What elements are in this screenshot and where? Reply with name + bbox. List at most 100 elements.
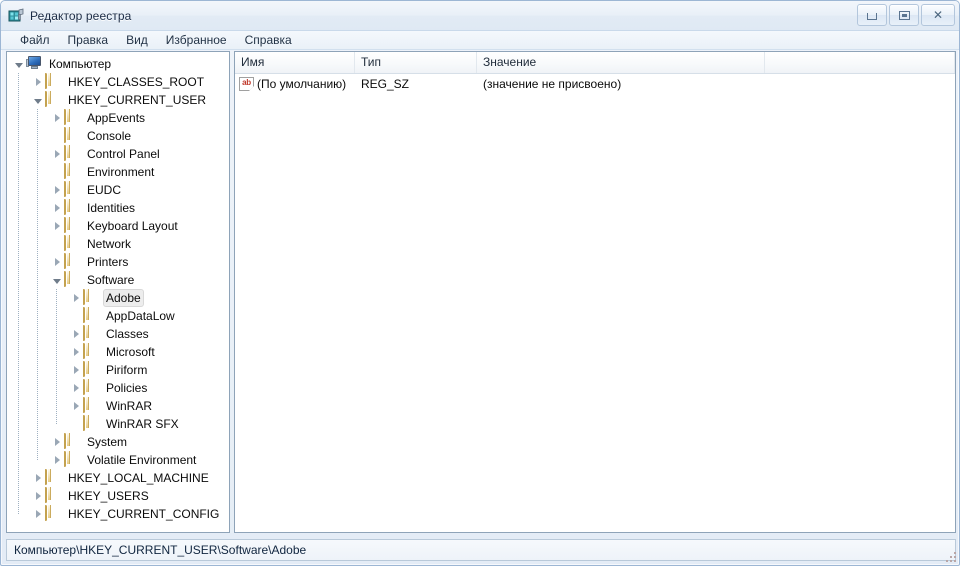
tree-item-policies[interactable]: Policies [7,379,229,397]
tree-item-piriform[interactable]: Piriform [7,361,229,379]
registry-key-icon [45,73,61,90]
tree-item-console[interactable]: Console [7,127,229,145]
title-bar[interactable]: Редактор реестра ✕ [1,1,959,31]
chevron-right-icon[interactable] [49,253,64,271]
tree-item-eudc[interactable]: EUDC [7,181,229,199]
registry-key-icon [83,307,99,324]
tree-item-winrar-sfx[interactable]: WinRAR SFX [7,415,229,433]
window-title: Редактор реестра [30,8,132,23]
registry-key-icon [64,127,80,144]
column-header-type[interactable]: Тип [355,52,477,73]
tree-item-label: Keyboard Layout [87,219,178,233]
tree-item-network[interactable]: Network [7,235,229,253]
menu-item-view[interactable]: Вид [117,32,157,49]
tree-item-hkey-current-config[interactable]: HKEY_CURRENT_CONFIG [7,505,229,523]
chevron-right-icon[interactable] [68,325,83,343]
tree-item-label: HKEY_CLASSES_ROOT [68,75,205,89]
close-button[interactable]: ✕ [921,4,955,26]
tree-item-label: WinRAR SFX [106,417,179,431]
chevron-right-icon[interactable] [49,433,64,451]
tree-item-identities[interactable]: Identities [7,199,229,217]
computer-icon [26,56,42,72]
tree-item-printers[interactable]: Printers [7,253,229,271]
tree-item-label: HKEY_CURRENT_CONFIG [68,507,220,521]
registry-key-icon [83,415,99,432]
registry-key-icon [64,433,80,450]
registry-values-pane[interactable]: Имя Тип Значение ab (По умолчанию) REG_SZ (зн… [234,51,956,533]
tree-connector-line [18,73,19,514]
maximize-button[interactable] [889,4,919,26]
chevron-right-icon[interactable] [68,361,83,379]
tree-item-label: Identities [87,201,136,215]
tree-item-hkey-classes-root[interactable]: HKEY_CLASSES_ROOT [7,73,229,91]
chevron-down-icon[interactable] [49,271,64,289]
registry-editor-icon [8,7,24,21]
tree-item-label: Control Panel [87,147,160,161]
chevron-right-icon[interactable] [49,451,64,469]
resize-grip[interactable] [943,549,956,562]
chevron-down-icon[interactable] [30,91,45,109]
chevron-down-icon[interactable] [11,55,26,73]
registry-tree-pane[interactable]: Компьютер HKEY_CLASSES_ROOT HKEY_CURRENT_U… [6,51,230,533]
registry-key-icon [83,379,99,396]
values-column-header: Имя Тип Значение [235,52,955,74]
menu-bar: Файл Правка Вид Избранное Справка [1,31,959,50]
tree-item--[interactable]: Компьютер [7,55,229,73]
tree-item-label: AppDataLow [106,309,175,323]
chevron-right-icon[interactable] [68,379,83,397]
tree-item-classes[interactable]: Classes [7,325,229,343]
value-row[interactable]: ab (По умолчанию) REG_SZ (значение не присв… [235,74,955,93]
tree-item-label: Adobe [103,289,144,307]
chevron-right-icon[interactable] [49,109,64,127]
chevron-right-icon[interactable] [68,343,83,361]
chevron-right-icon[interactable] [30,505,45,523]
menu-item-favorites[interactable]: Избранное [157,32,236,49]
tree-item-winrar[interactable]: WinRAR [7,397,229,415]
tree-item-appdatalow[interactable]: AppDataLow [7,307,229,325]
menu-item-help[interactable]: Справка [236,32,301,49]
tree-item-system[interactable]: System [7,433,229,451]
tree-item-label: Environment [87,165,155,179]
tree-item-adobe[interactable]: Adobe [7,289,229,307]
menu-item-file[interactable]: Файл [11,32,59,49]
chevron-right-icon[interactable] [68,397,83,415]
chevron-right-icon[interactable] [30,73,45,91]
registry-key-icon [64,199,80,216]
registry-key-icon [45,469,61,486]
tree-item-keyboard-layout[interactable]: Keyboard Layout [7,217,229,235]
tree-item-microsoft[interactable]: Microsoft [7,343,229,361]
tree-item-hkey-current-user[interactable]: HKEY_CURRENT_USER [7,91,229,109]
chevron-right-icon[interactable] [30,487,45,505]
chevron-right-icon[interactable] [49,181,64,199]
column-header-name[interactable]: Имя [235,52,355,73]
column-header-value[interactable]: Значение [477,52,765,73]
tree-item-label: Microsoft [106,345,155,359]
tree-item-label: WinRAR [106,399,153,413]
tree-item-appevents[interactable]: AppEvents [7,109,229,127]
tree-item-environment[interactable]: Environment [7,163,229,181]
column-header-filler [765,52,955,73]
value-type-cell: REG_SZ [361,76,410,91]
tree-item-hkey-users[interactable]: HKEY_USERS [7,487,229,505]
chevron-right-icon[interactable] [49,217,64,235]
tree-item-hkey-local-machine[interactable]: HKEY_LOCAL_MACHINE [7,469,229,487]
value-name-cell: ab (По умолчанию) [235,76,355,91]
chevron-right-icon[interactable] [68,289,83,307]
chevron-right-icon[interactable] [30,469,45,487]
chevron-right-icon[interactable] [49,145,64,163]
tree-item-software[interactable]: Software [7,271,229,289]
chevron-right-icon[interactable] [49,199,64,217]
tree-item-label: Classes [106,327,149,341]
minimize-button[interactable] [857,4,887,26]
tree-item-control-panel[interactable]: Control Panel [7,145,229,163]
tree-item-label: System [87,435,128,449]
tree-item-volatile-environment[interactable]: Volatile Environment [7,451,229,469]
menu-item-edit[interactable]: Правка [59,32,118,49]
